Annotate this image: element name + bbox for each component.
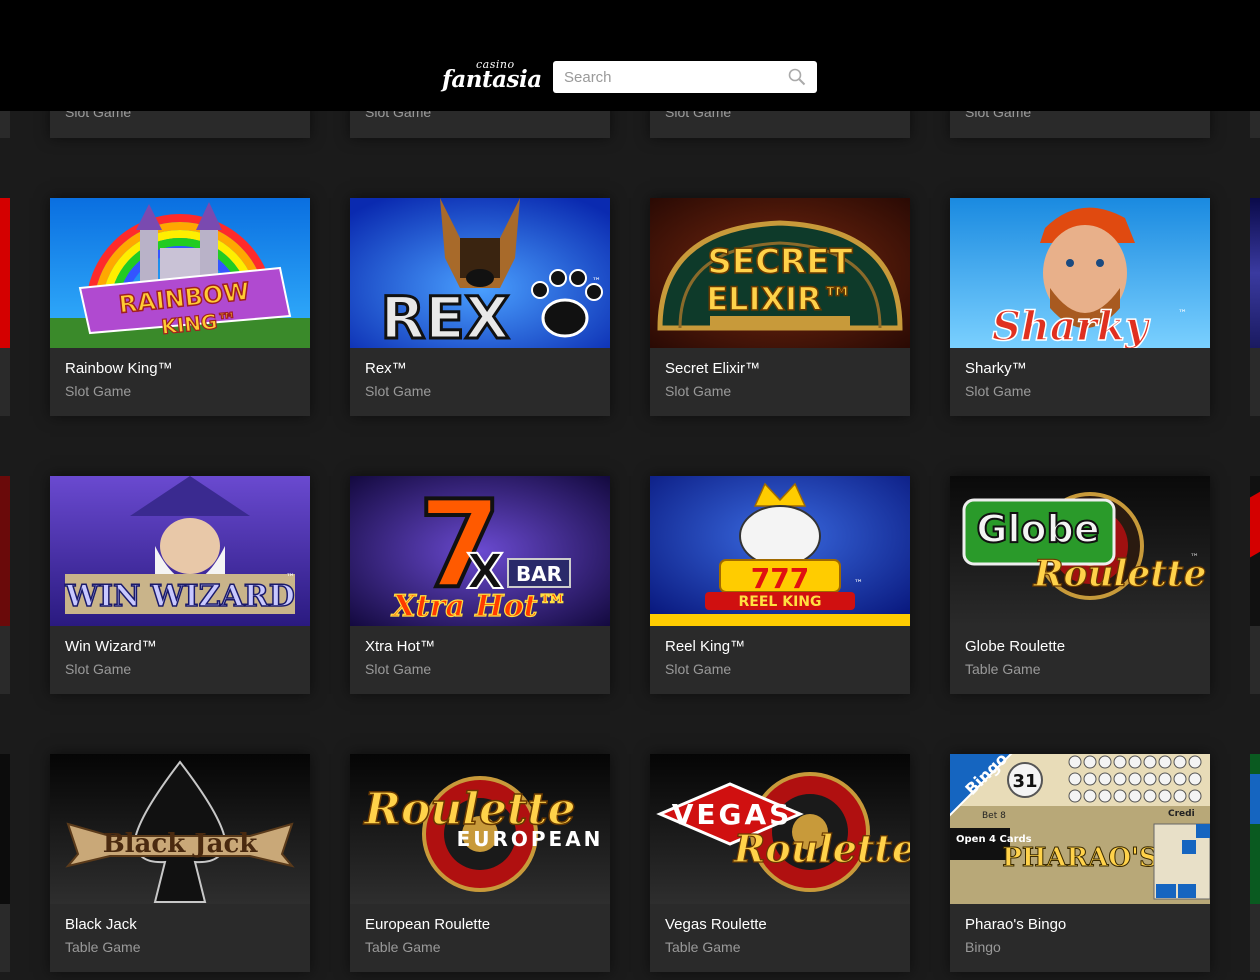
game-info: European Roulette Table Game — [350, 904, 610, 972]
edge-tile-right[interactable] — [1250, 198, 1260, 416]
game-title: Xtra Hot™ — [365, 638, 436, 655]
game-tile-sharky[interactable]: Sharky ™ Sharky™ Slot Game — [950, 198, 1210, 416]
game-thumbnail[interactable]: 7 X BAR Xtra Hot™ — [350, 476, 610, 626]
game-thumbnail[interactable]: VEGAS Roulette — [650, 754, 910, 904]
art-title: SECRET — [707, 242, 853, 282]
game-tile-win-wizard[interactable]: WIN WIZARD ™ Win Wizard™ Slot Game — [50, 476, 310, 694]
logo-big-text: fantasia — [442, 66, 542, 93]
art-title: WIN WIZARD — [64, 579, 294, 614]
svg-text:Globe: Globe — [976, 507, 1099, 551]
game-tile-xtra-hot[interactable]: 7 X BAR Xtra Hot™ Xtra Hot™ Slot Game — [350, 476, 610, 694]
game-thumbnail[interactable]: 31 Bet 8 Open 4 Cards PHARAO'S Credi Bin… — [950, 754, 1210, 904]
game-info: Rainbow King™ Slot Game — [50, 348, 310, 416]
game-thumbnail[interactable]: RAINBOW KING™ — [50, 198, 310, 348]
game-info: Black Jack Table Game — [50, 904, 310, 972]
game-thumbnail[interactable]: REX ™ — [350, 198, 610, 348]
game-tile-rainbow-king[interactable]: RAINBOW KING™ Rainbow King™ Slot Game — [50, 198, 310, 416]
game-info: Reel King™ Slot Game — [650, 626, 910, 694]
game-info: Globe Roulette Table Game — [950, 626, 1210, 694]
top-bar: casino fantasia — [0, 0, 1260, 111]
game-tile-european-roulette[interactable]: Roulette EUROPEAN European Roulette Tabl… — [350, 754, 610, 972]
edge-tile-right[interactable] — [1250, 754, 1260, 972]
svg-text:Credi: Credi — [1168, 809, 1195, 819]
game-type: Slot Game — [365, 661, 432, 677]
game-info: Xtra Hot™ Slot Game — [350, 626, 610, 694]
game-info: Win Wizard™ Slot Game — [50, 626, 310, 694]
art-subtitle: ELIXIR™ — [706, 280, 853, 318]
svg-text:BAR: BAR — [516, 562, 562, 586]
svg-text:EUROPEAN: EUROPEAN — [457, 827, 604, 851]
search-icon[interactable] — [788, 68, 806, 86]
art-title: Xtra Hot™ — [390, 589, 567, 624]
game-title: Pharao's Bingo — [965, 916, 1067, 933]
game-tile-rex[interactable]: REX ™ Rex™ Slot Game — [350, 198, 610, 416]
game-type: Bingo — [965, 939, 1001, 955]
game-tile-secret-elixir[interactable]: SECRET ELIXIR™ Secret Elixir™ Slot Game — [650, 198, 910, 416]
game-type: Table Game — [965, 661, 1041, 677]
art-title: REX — [381, 284, 510, 348]
game-thumbnail[interactable]: Sharky ™ — [950, 198, 1210, 348]
game-tile-vegas-roulette[interactable]: VEGAS Roulette Vegas Roulette Table Game — [650, 754, 910, 972]
game-type: Slot Game — [365, 383, 432, 399]
art-title: PHARAO'S — [1002, 843, 1157, 873]
game-thumbnail[interactable]: 777 REEL KING ™ — [650, 476, 910, 626]
svg-text:777: 777 — [751, 562, 809, 595]
edge-tile-right[interactable] — [1250, 476, 1260, 694]
edge-tile-left[interactable] — [0, 754, 10, 972]
game-tile-reel-king[interactable]: 777 REEL KING ™ Reel King™ Slot Game — [650, 476, 910, 694]
game-type: Slot Game — [65, 383, 132, 399]
game-thumbnail[interactable]: Globe Roulette ™ — [950, 476, 1210, 626]
search-input[interactable] — [553, 61, 783, 93]
game-title: Rex™ — [365, 360, 407, 377]
game-info: Secret Elixir™ Slot Game — [650, 348, 910, 416]
game-thumbnail[interactable]: WIN WIZARD ™ — [50, 476, 310, 626]
game-tile-globe-roulette[interactable]: Globe Roulette ™ Globe Roulette Table Ga… — [950, 476, 1210, 694]
game-info: Pharao's Bingo Bingo — [950, 904, 1210, 972]
casino-fantasia-logo[interactable]: casino fantasia — [440, 58, 542, 96]
game-title: Reel King™ — [665, 638, 746, 655]
svg-text:™: ™ — [1190, 553, 1199, 563]
game-title: Rainbow King™ — [65, 360, 173, 377]
game-type: Table Game — [665, 939, 741, 955]
svg-text:31: 31 — [1012, 771, 1037, 792]
game-title: Secret Elixir™ — [665, 360, 761, 377]
search-box — [553, 61, 817, 93]
svg-text:™: ™ — [854, 579, 863, 589]
svg-text:Bet 8: Bet 8 — [982, 811, 1006, 821]
art-title: Roulette — [733, 826, 910, 871]
art-title: Black Jack — [103, 829, 259, 859]
game-type: Table Game — [65, 939, 141, 955]
game-title: Vegas Roulette — [665, 916, 767, 933]
game-info: Sharky™ Slot Game — [950, 348, 1210, 416]
game-title: European Roulette — [365, 916, 491, 933]
art-title: Roulette — [1033, 553, 1207, 595]
game-title: Win Wizard™ — [65, 638, 157, 655]
edge-tile-left[interactable] — [0, 198, 10, 416]
game-thumbnail[interactable]: SECRET ELIXIR™ — [650, 198, 910, 348]
game-type: Slot Game — [65, 661, 132, 677]
game-tile-pharaos-bingo[interactable]: 31 Bet 8 Open 4 Cards PHARAO'S Credi Bin… — [950, 754, 1210, 972]
game-type: Table Game — [365, 939, 441, 955]
art-title: Sharky — [992, 303, 1151, 348]
game-title: Black Jack — [65, 916, 137, 933]
game-tile-black-jack[interactable]: Black Jack Black Jack Table Game — [50, 754, 310, 972]
game-thumbnail[interactable]: Roulette EUROPEAN — [350, 754, 610, 904]
svg-text:™: ™ — [592, 277, 601, 287]
game-title: Globe Roulette — [965, 638, 1066, 655]
edge-tile-left[interactable] — [0, 476, 10, 694]
game-info: Rex™ Slot Game — [350, 348, 610, 416]
game-type: Slot Game — [665, 661, 732, 677]
game-type: Slot Game — [665, 383, 732, 399]
svg-text:™: ™ — [286, 573, 295, 583]
game-info: Vegas Roulette Table Game — [650, 904, 910, 972]
art-title: REEL KING — [739, 594, 822, 610]
game-thumbnail[interactable]: Black Jack — [50, 754, 310, 904]
svg-text:™: ™ — [1178, 309, 1187, 319]
game-type: Slot Game — [965, 383, 1032, 399]
game-title: Sharky™ — [965, 360, 1027, 377]
